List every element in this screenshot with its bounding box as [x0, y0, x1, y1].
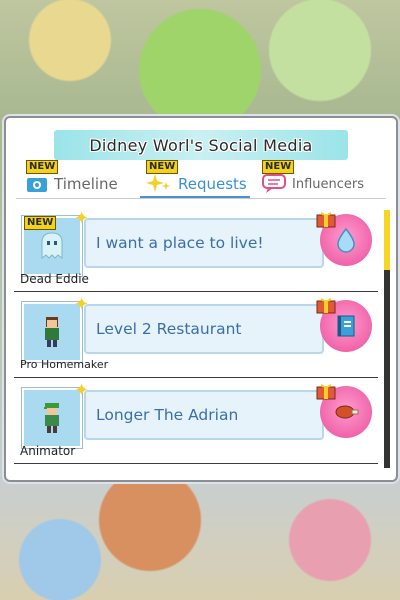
row-divider [14, 377, 378, 378]
new-badge: NEW [24, 216, 57, 230]
tab-requests-label: Requests [178, 175, 247, 193]
panel-title: Didney Worl's Social Media [89, 135, 313, 155]
tabs-divider [16, 198, 386, 199]
sparkle-icon [146, 174, 170, 192]
request-message: Longer The Adrian [96, 406, 239, 424]
water-drop-icon [337, 227, 355, 253]
row-divider [14, 291, 378, 292]
list-item[interactable]: ✦ Longer The Adrian Animator [14, 380, 378, 464]
tab-influencers[interactable]: NEW Influencers [262, 160, 365, 198]
gift-icon [316, 212, 336, 228]
panel-title-bar: Didney Worl's Social Media [54, 130, 348, 160]
requester-name: Animator [20, 444, 76, 458]
meat-icon [335, 405, 359, 419]
request-list: NEW ✦ I want a place to live! Dead Eddie [14, 208, 378, 480]
green-cap-person-avatar [21, 387, 83, 449]
list-item[interactable]: NEW ✦ I want a place to live! Dead Eddie [14, 208, 378, 292]
row-divider [14, 463, 378, 464]
request-message-bubble: Level 2 Restaurant [84, 304, 324, 354]
gift-icon [316, 384, 336, 400]
person-avatar [21, 301, 83, 363]
social-media-panel: Didney Worl's Social Media NEW Timeline … [4, 116, 398, 482]
new-badge: NEW [26, 160, 59, 174]
tab-requests[interactable]: NEW Requests [146, 160, 247, 198]
book-icon [337, 315, 355, 337]
tab-timeline-label: Timeline [54, 175, 118, 193]
camera-icon [27, 178, 47, 192]
new-badge: NEW [262, 160, 295, 174]
speech-bubble-icon [262, 174, 286, 193]
scroll-thumb[interactable] [384, 210, 390, 270]
request-message: Level 2 Restaurant [96, 320, 242, 338]
tab-timeline[interactable]: NEW Timeline [26, 160, 118, 198]
new-badge: NEW [146, 160, 179, 174]
request-message: I want a place to live! [96, 234, 264, 252]
request-message-bubble: I want a place to live! [84, 218, 324, 268]
requester-name: Pro Homemaker [20, 358, 109, 371]
list-item[interactable]: ✦ Level 2 Restaurant Pro Homemaker [14, 294, 378, 378]
scrollbar[interactable] [384, 210, 390, 468]
tab-bar: NEW Timeline NEW Requests NEW Influencer… [6, 160, 396, 198]
requester-name: Dead Eddie [20, 272, 89, 286]
request-message-bubble: Longer The Adrian [84, 390, 324, 440]
gift-icon [316, 298, 336, 314]
tab-influencers-label: Influencers [292, 176, 365, 192]
